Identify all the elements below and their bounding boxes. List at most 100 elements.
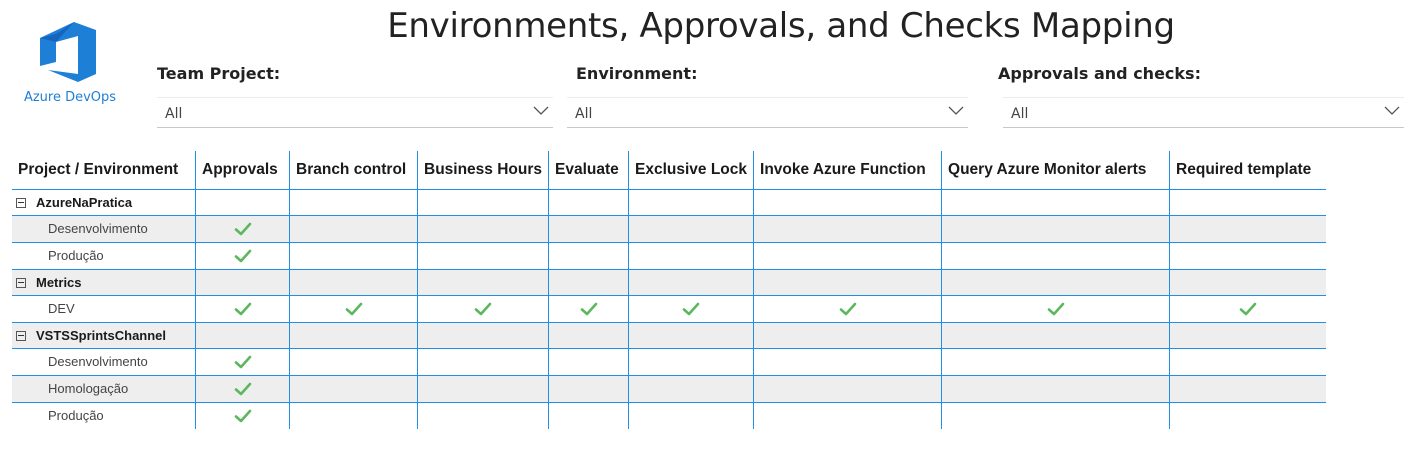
group-name: AzureNaPratica	[36, 194, 133, 210]
group-empty-cell	[753, 269, 942, 296]
team-project-value: All	[165, 106, 183, 122]
chevron-down-icon[interactable]	[1384, 104, 1400, 116]
group-empty-cell	[548, 189, 629, 216]
check-cell	[195, 242, 290, 270]
environment-filter: Environment: All	[567, 64, 968, 128]
check-cell	[628, 348, 754, 376]
group-empty-cell	[416, 189, 549, 216]
column-header[interactable]: Invoke Azure Function	[753, 151, 942, 190]
group-empty-cell	[195, 269, 290, 296]
checkmark-icon	[474, 300, 492, 317]
column-header[interactable]: Business Hours	[416, 151, 549, 190]
checks-matrix-table: Project / Environment Approvals Branch con…	[12, 151, 1327, 430]
check-cell	[195, 402, 290, 429]
check-cell	[289, 242, 418, 270]
check-cell	[195, 348, 290, 376]
collapse-minus-icon[interactable]	[16, 277, 26, 288]
table-row: DEV	[12, 295, 1327, 323]
approvals-checks-dropdown[interactable]: All	[1003, 97, 1404, 128]
check-cell	[628, 375, 754, 403]
group-empty-cell	[753, 322, 942, 349]
group-empty-cell	[416, 322, 549, 349]
check-cell	[195, 215, 290, 243]
table-header-row: Project / Environment Approvals Branch con…	[12, 151, 1327, 190]
column-header[interactable]: Required template	[1169, 151, 1327, 190]
column-header[interactable]: Branch control	[289, 151, 418, 190]
environment-name: Produção	[48, 408, 104, 423]
check-cell	[1169, 295, 1327, 323]
check-cell	[1169, 348, 1327, 376]
check-cell	[289, 375, 418, 403]
column-header[interactable]: Exclusive Lock	[628, 151, 754, 190]
group-empty-cell	[628, 269, 754, 296]
group-name: Metrics	[36, 274, 82, 290]
azure-devops-icon	[40, 22, 96, 82]
check-cell	[941, 242, 1170, 270]
environment-name: Homologação	[48, 381, 129, 396]
group-empty-cell	[289, 322, 418, 349]
checkmark-icon	[234, 300, 252, 317]
group-empty-cell	[628, 322, 754, 349]
checkmark-icon	[234, 220, 252, 237]
table-row: Homologação	[12, 375, 1327, 403]
check-cell	[548, 215, 629, 243]
checkmark-icon	[234, 380, 252, 397]
checkmark-icon	[234, 247, 252, 264]
check-cell	[289, 295, 418, 323]
group-empty-cell	[548, 269, 629, 296]
group-empty-cell	[289, 189, 418, 216]
check-cell	[416, 242, 549, 270]
check-cell	[416, 402, 549, 429]
check-cell	[416, 375, 549, 403]
azure-devops-logo: Azure DevOps	[14, 20, 126, 110]
environment-name: Desenvolvimento	[48, 221, 148, 236]
check-cell	[941, 348, 1170, 376]
check-cell	[1169, 402, 1327, 429]
check-cell	[1169, 375, 1327, 403]
group-row: Metrics	[12, 269, 1327, 296]
environment-cell: Desenvolvimento	[12, 348, 196, 376]
group-empty-cell	[941, 189, 1170, 216]
column-header[interactable]: Project / Environment	[12, 151, 196, 190]
column-header[interactable]: Evaluate	[548, 151, 629, 190]
column-header[interactable]: Query Azure Monitor alerts	[941, 151, 1170, 190]
group-empty-cell	[548, 322, 629, 349]
checkmark-icon	[682, 300, 700, 317]
chevron-down-icon[interactable]	[533, 104, 549, 116]
environment-cell: Produção	[12, 403, 196, 430]
team-project-dropdown[interactable]: All	[157, 97, 553, 128]
check-cell	[195, 375, 290, 403]
check-cell	[753, 295, 942, 323]
check-cell	[548, 402, 629, 429]
environment-name: DEV	[48, 301, 75, 316]
check-cell	[1169, 215, 1327, 243]
group-cell: VSTSSprintsChannel	[12, 322, 196, 349]
collapse-minus-icon[interactable]	[16, 197, 26, 208]
check-cell	[548, 348, 629, 376]
checkmark-icon	[839, 300, 857, 317]
check-cell	[289, 215, 418, 243]
table-body: AzureNaPratica Desenvolvimento Produção Met…	[12, 189, 1327, 430]
check-cell	[628, 242, 754, 270]
chevron-down-icon[interactable]	[948, 104, 964, 116]
group-empty-cell	[1169, 269, 1327, 296]
check-cell	[289, 402, 418, 429]
environment-label: Environment:	[576, 64, 698, 83]
check-cell	[628, 215, 754, 243]
group-empty-cell	[416, 269, 549, 296]
table-row: Produção	[12, 402, 1327, 430]
checkmark-icon	[580, 300, 598, 317]
checkmark-icon	[1047, 300, 1065, 317]
check-cell	[753, 402, 942, 429]
page-title: Environments, Approvals, and Checks Mapp…	[387, 6, 1175, 46]
check-cell	[941, 402, 1170, 429]
environment-dropdown[interactable]: All	[567, 97, 968, 128]
check-cell	[753, 348, 942, 376]
environment-name: Produção	[48, 248, 104, 263]
check-cell	[941, 215, 1170, 243]
check-cell	[941, 375, 1170, 403]
column-header[interactable]: Approvals	[195, 151, 290, 190]
check-cell	[628, 295, 754, 323]
approvals-checks-value: All	[1011, 106, 1029, 122]
collapse-minus-icon[interactable]	[16, 330, 26, 341]
